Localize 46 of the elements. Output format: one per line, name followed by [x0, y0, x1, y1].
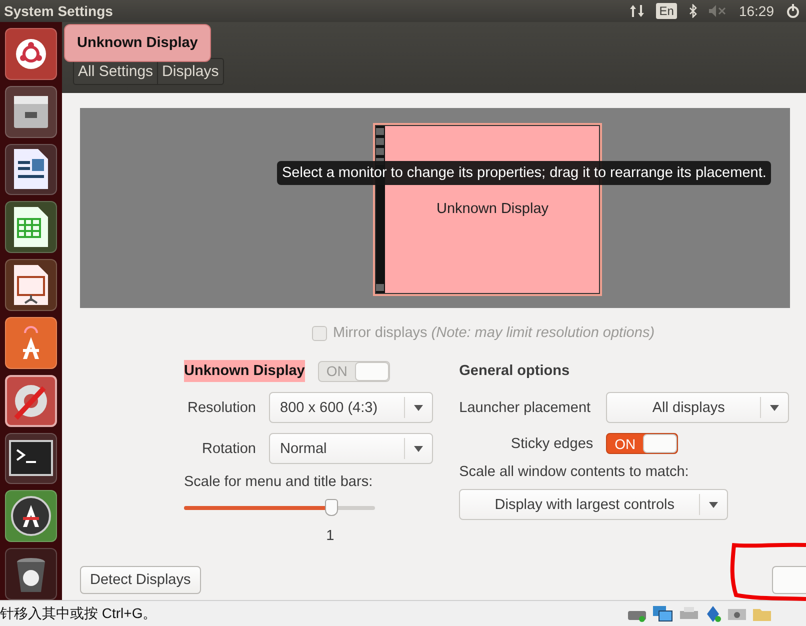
launcher-item[interactable]: [5, 86, 57, 138]
caret-icon: [770, 404, 780, 410]
launcher-item[interactable]: [5, 144, 57, 196]
network-icon[interactable]: [652, 604, 674, 622]
keyboard-layout-indicator[interactable]: En: [656, 3, 677, 19]
checkbox-label: Mirror displays (Note: may limit resolution options): [333, 325, 655, 341]
slider-value: 1: [326, 528, 336, 544]
toggle-switch[interactable]: ON: [606, 433, 678, 454]
tooltip: Select a monitor to change its properties; drag it to rearrange its placement.: [277, 161, 772, 185]
power-gear-icon[interactable]: [786, 4, 800, 18]
field-label: Scale all window contents to match:: [459, 464, 690, 480]
presentation-icon: [12, 263, 50, 308]
dropdown[interactable]: 800 x 600 (4:3): [269, 392, 433, 423]
caret-icon: [414, 446, 423, 452]
field-label: Sticky edges: [510, 436, 594, 452]
field-label: Resolution: [186, 400, 256, 416]
spreadsheet-icon: [12, 205, 50, 250]
caret-icon: [709, 502, 718, 508]
section-heading: General options: [459, 362, 570, 381]
launcher-item[interactable]: [5, 548, 57, 600]
clock[interactable]: 16:29: [738, 3, 774, 19]
status-hint: 针移入其中或按 Ctrl+G。: [0, 604, 158, 622]
detect-displays-button[interactable]: Detect Displays: [80, 566, 201, 594]
usb-icon[interactable]: [704, 604, 722, 622]
breadcrumb-button[interactable]: All Settings: [74, 59, 158, 84]
display-popup: Unknown Display: [64, 24, 211, 62]
dropdown[interactable]: Display with largest controls: [459, 489, 728, 520]
app-title: System Settings: [4, 3, 114, 19]
up-down-arrows-icon[interactable]: [630, 4, 644, 18]
launcher-item[interactable]: [5, 316, 57, 369]
document-icon: [12, 147, 50, 192]
slider-thumb[interactable]: [325, 499, 338, 516]
field-label: Rotation: [200, 440, 256, 456]
launcher-item[interactable]: [5, 490, 57, 542]
launcher-item[interactable]: [5, 201, 57, 254]
bluetooth-icon[interactable]: [688, 4, 697, 18]
caret-icon: [414, 404, 423, 410]
field-label: Launcher placement: [459, 400, 592, 416]
update-icon: [10, 495, 52, 538]
dropdown[interactable]: All displays: [606, 392, 790, 423]
dropdown[interactable]: Normal: [269, 433, 433, 464]
display-name: Unknown Display: [184, 360, 305, 382]
terminal-icon: [9, 440, 53, 476]
launcher-item[interactable]: [5, 259, 57, 311]
launcher-item[interactable]: [5, 432, 57, 484]
field-label: Scale for menu and title bars:: [184, 474, 374, 490]
